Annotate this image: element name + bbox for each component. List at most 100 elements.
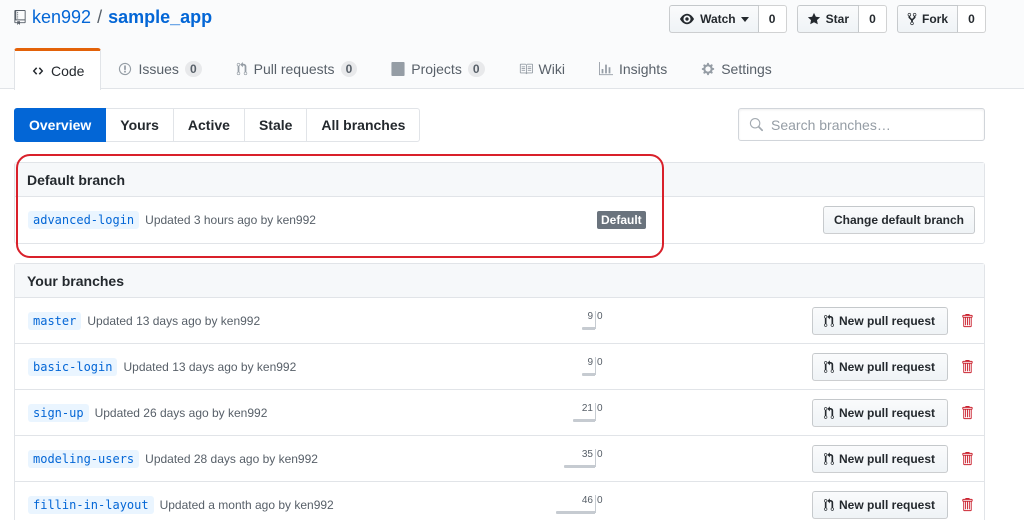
trash-icon[interactable] xyxy=(961,451,973,466)
branch-updated: Updated 13 days ago by ken992 xyxy=(123,359,297,374)
ahead-behind-divider xyxy=(595,495,596,513)
new-pull-request-label: New pull request xyxy=(839,406,936,420)
behind-bar xyxy=(564,465,595,468)
tab-pull-requests-label: Pull requests xyxy=(253,61,335,77)
watch-count[interactable]: 0 xyxy=(758,5,787,33)
your-branches-box: Your branches master Updated 13 days ago… xyxy=(14,263,985,520)
gear-icon xyxy=(702,62,715,76)
branch-row: sign-up Updated 26 days ago by ken992 21… xyxy=(15,390,984,436)
behind-count: 9 xyxy=(587,311,593,322)
tab-issues[interactable]: Issues 0 xyxy=(101,48,218,89)
trash-icon[interactable] xyxy=(961,405,973,420)
watch-button[interactable]: Watch xyxy=(669,5,759,33)
branch-updated: Updated 3 hours ago by ken992 xyxy=(145,213,316,227)
branch-name-link[interactable]: basic-login xyxy=(28,357,118,376)
ahead-behind-divider xyxy=(595,357,596,375)
trash-icon[interactable] xyxy=(961,497,973,512)
star-count[interactable]: 0 xyxy=(858,5,887,33)
subnav-stale[interactable]: Stale xyxy=(244,108,308,142)
ahead-behind-graph: 9 0 xyxy=(545,357,645,377)
fork-count[interactable]: 0 xyxy=(958,5,986,33)
new-pull-request-label: New pull request xyxy=(839,452,936,466)
ahead-behind-graph: 46 0 xyxy=(545,495,645,515)
subnav-active[interactable]: Active xyxy=(173,108,245,142)
branch-name-link[interactable]: advanced-login xyxy=(28,211,140,229)
tab-wiki[interactable]: Wiki xyxy=(502,48,582,89)
subnav-yours[interactable]: Yours xyxy=(106,108,174,142)
branch-updated: Updated 28 days ago by ken992 xyxy=(145,451,318,466)
tab-projects[interactable]: Projects 0 xyxy=(374,48,501,89)
tab-wiki-label: Wiki xyxy=(538,61,565,77)
behind-bar xyxy=(556,511,595,514)
ahead-behind-graph: 35 0 xyxy=(545,449,645,469)
tab-insights[interactable]: Insights xyxy=(582,48,684,89)
behind-bar xyxy=(582,327,595,330)
search-branches xyxy=(738,108,985,141)
new-pull-request-button[interactable]: New pull request xyxy=(812,307,948,335)
new-pull-request-button[interactable]: New pull request xyxy=(812,399,948,427)
pull-requests-counter: 0 xyxy=(340,61,358,77)
issue-icon xyxy=(119,62,132,76)
star-button[interactable]: Star xyxy=(796,5,859,33)
tab-issues-label: Issues xyxy=(138,61,179,77)
pull-request-icon xyxy=(824,314,834,327)
caret-down-icon xyxy=(740,17,749,22)
book-icon xyxy=(519,63,533,75)
search-icon xyxy=(749,117,763,131)
ahead-behind-graph: 21 0 xyxy=(545,403,645,423)
trash-icon[interactable] xyxy=(961,359,973,374)
subnav-overview[interactable]: Overview xyxy=(14,108,107,142)
behind-count: 9 xyxy=(587,357,593,368)
default-branch-box: Default branch advanced-login Updated 3 … xyxy=(14,162,985,244)
new-pull-request-button[interactable]: New pull request xyxy=(812,491,948,519)
ahead-behind-graph: 9 0 xyxy=(545,311,645,331)
new-pull-request-button[interactable]: New pull request xyxy=(812,445,948,473)
tab-settings-label: Settings xyxy=(721,61,772,77)
graph-icon xyxy=(598,62,613,76)
code-icon xyxy=(32,66,44,75)
repo-owner-link[interactable]: ken992 xyxy=(32,7,91,28)
star-label: Star xyxy=(825,12,849,26)
issues-counter: 0 xyxy=(184,61,202,77)
branch-name-link[interactable]: master xyxy=(28,311,82,330)
default-branch-row: advanced-login Updated 3 hours ago by ke… xyxy=(15,197,984,243)
tab-settings[interactable]: Settings xyxy=(684,48,789,89)
repo-header: ken992 / sample_app Watch 0 Star 0 Fork xyxy=(0,0,1024,90)
projects-counter: 0 xyxy=(467,61,485,77)
ahead-count: 0 xyxy=(597,449,603,460)
tab-projects-label: Projects xyxy=(411,61,462,77)
branch-name-link[interactable]: fillin-in-layout xyxy=(28,496,154,514)
tab-code[interactable]: Code xyxy=(14,48,102,90)
branch-name-link[interactable]: sign-up xyxy=(28,403,89,422)
watch-group: Watch 0 xyxy=(669,5,787,33)
branch-name-link[interactable]: modeling-users xyxy=(28,449,140,468)
search-input[interactable] xyxy=(771,116,971,133)
project-icon xyxy=(391,62,405,76)
repo-name-link[interactable]: sample_app xyxy=(108,7,212,28)
trash-icon[interactable] xyxy=(961,313,973,328)
tab-insights-label: Insights xyxy=(618,61,668,77)
subnav-all-branches[interactable]: All branches xyxy=(307,108,421,142)
your-branches-heading: Your branches xyxy=(15,264,984,298)
pull-request-icon xyxy=(824,452,834,465)
repo-title: ken992 / sample_app xyxy=(14,7,212,28)
tab-pull-requests[interactable]: Pull requests 0 xyxy=(219,48,375,89)
branch-row: master Updated 13 days ago by ken992 9 0… xyxy=(15,298,984,344)
behind-bar xyxy=(573,419,595,422)
repo-tabs: Code Issues 0 Pull requests 0 Projects 0… xyxy=(14,48,789,90)
pull-request-icon xyxy=(824,360,834,373)
branch-updated: Updated a month ago by ken992 xyxy=(159,498,334,512)
new-pull-request-label: New pull request xyxy=(839,314,936,328)
eye-icon xyxy=(680,13,695,25)
change-default-branch-button[interactable]: Change default branch xyxy=(822,206,975,234)
ahead-behind-divider xyxy=(595,311,596,329)
new-pull-request-label: New pull request xyxy=(839,360,936,374)
behind-count: 21 xyxy=(581,403,593,414)
branch-row: fillin-in-layout Updated a month ago by … xyxy=(15,482,984,520)
star-icon xyxy=(807,12,820,25)
new-pull-request-button[interactable]: New pull request xyxy=(812,353,948,381)
fork-button[interactable]: Fork xyxy=(896,5,958,33)
new-pull-request-label: New pull request xyxy=(839,498,936,512)
default-branch-heading: Default branch xyxy=(15,163,984,197)
behind-count: 35 xyxy=(581,449,593,460)
